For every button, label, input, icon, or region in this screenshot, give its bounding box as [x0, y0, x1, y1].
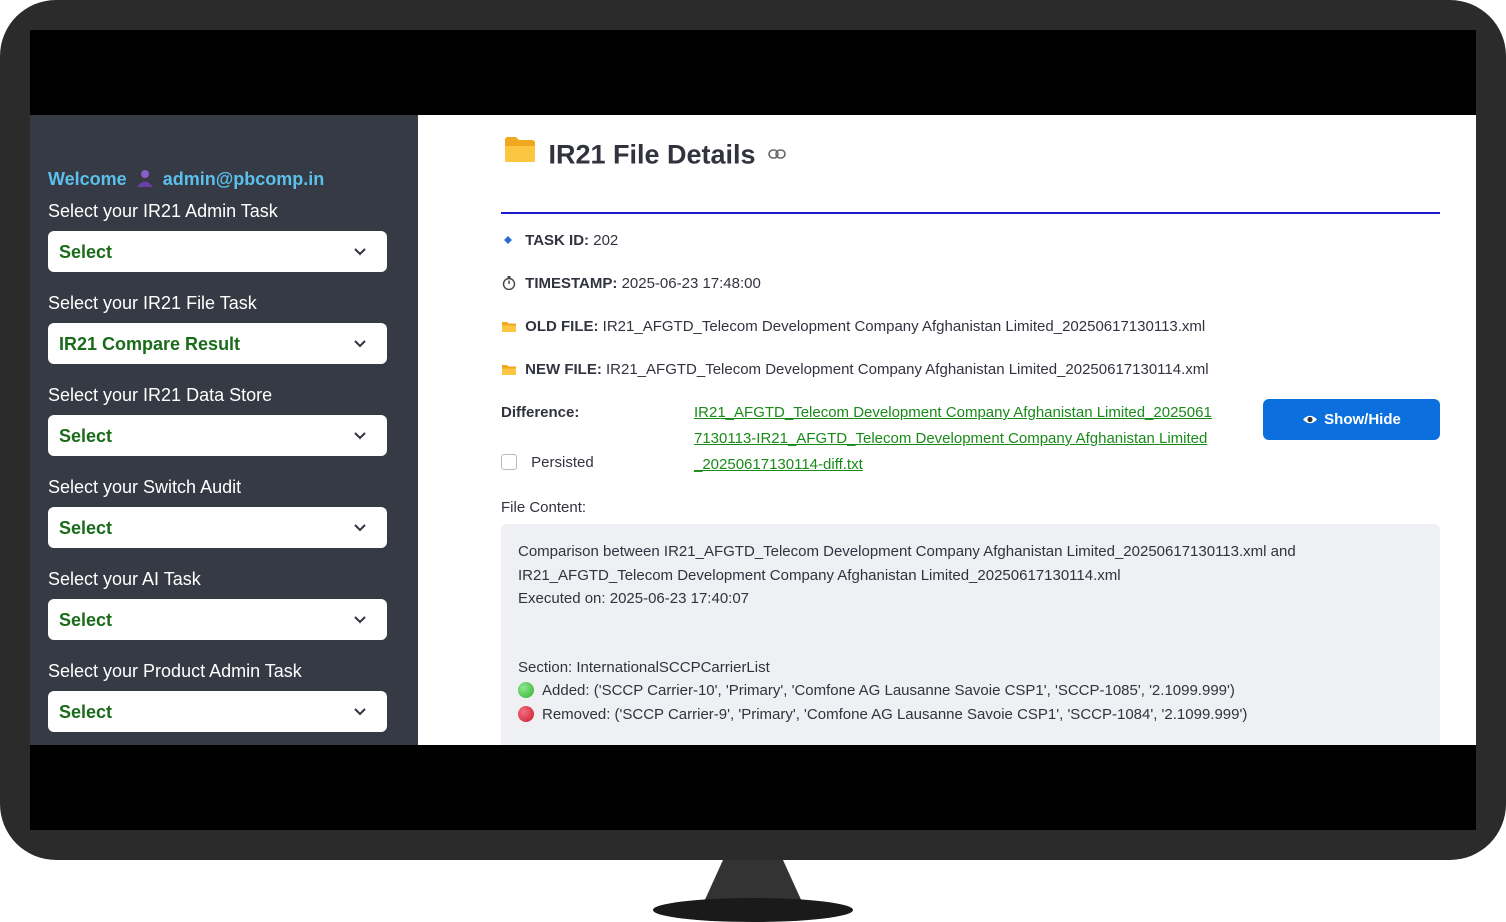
content-line: Executed on: 2025-06-23 17:40:07 — [518, 590, 750, 607]
page-header: IR21 File Details — [504, 135, 786, 171]
chevron-down-icon — [354, 708, 366, 716]
monitor-base — [653, 898, 853, 922]
content-removed-row: Removed: ('SCCP Carrier-9', 'Primary', '… — [518, 706, 1247, 723]
chevron-down-icon — [354, 432, 366, 440]
select-value: Select — [59, 702, 113, 722]
task-id-row: TASK ID: 202 — [501, 232, 618, 249]
content-section: Section: InternationalSCCPCarrierList — [518, 659, 770, 676]
data-store-label: Select your IR21 Data Store — [48, 385, 273, 405]
new-file-label: NEW FILE: — [525, 361, 602, 378]
persisted-checkbox-row[interactable]: Persisted — [501, 454, 594, 471]
link-icon[interactable] — [768, 149, 786, 159]
content-added-row: Added: ('SCCP Carrier-10', 'Primary', 'C… — [518, 682, 1235, 699]
admin-task-select[interactable]: Select — [48, 231, 387, 272]
timestamp-row: TIMESTAMP: 2025-06-23 17:48:00 — [501, 275, 761, 292]
chevron-down-icon — [354, 340, 366, 348]
select-value: Select — [59, 518, 113, 538]
old-file-label: OLD FILE: — [525, 318, 599, 335]
task-id-label: TASK ID: — [525, 232, 590, 249]
user-icon — [136, 170, 153, 187]
chevron-down-icon — [354, 524, 366, 532]
select-value: Select — [59, 610, 113, 630]
content-added: Added: ('SCCP Carrier-10', 'Primary', 'C… — [542, 682, 1235, 699]
switch-audit-select[interactable]: Select — [48, 507, 387, 548]
divider — [501, 212, 1440, 214]
data-store-select[interactable]: Select — [48, 415, 387, 456]
eye-icon — [1303, 415, 1318, 424]
show-hide-label: Show/Hide — [1324, 411, 1401, 428]
product-admin-label: Select your Product Admin Task — [48, 661, 302, 681]
timestamp-value: 2025-06-23 17:48:00 — [621, 275, 761, 292]
content-line: Comparison between IR21_AFGTD_Telecom De… — [518, 543, 1296, 560]
task-id-value: 202 — [593, 232, 619, 249]
switch-audit-label: Select your Switch Audit — [48, 477, 242, 497]
green-circle-icon — [518, 682, 534, 698]
show-hide-button[interactable]: Show/Hide — [1263, 399, 1440, 440]
app-screen: Welcome admin@pbcomp.in Select your IR21… — [30, 115, 1476, 745]
ai-task-label: Select your AI Task — [48, 569, 201, 589]
difference-label: Difference: — [501, 404, 580, 421]
chevron-down-icon — [354, 616, 366, 624]
folder-icon — [502, 365, 516, 375]
folder-icon — [505, 137, 535, 162]
timestamp-label: TIMESTAMP: — [525, 275, 618, 292]
welcome-message: Welcome admin@pbcomp.in — [48, 169, 324, 190]
old-file-row: OLD FILE: IR21_AFGTD_Telecom Development… — [501, 318, 1205, 335]
select-value: IR21 Compare Result — [59, 334, 241, 354]
stopwatch-icon — [502, 276, 516, 290]
ai-task-select[interactable]: Select — [48, 599, 387, 640]
file-content-box: Comparison between IR21_AFGTD_Telecom De… — [501, 524, 1440, 745]
old-file-value: IR21_AFGTD_Telecom Development Company A… — [602, 318, 1206, 335]
page-title: IR21 File Details — [548, 139, 756, 170]
select-value: Select — [59, 426, 113, 446]
new-file-value: IR21_AFGTD_Telecom Development Company A… — [606, 361, 1209, 378]
persisted-label: Persisted — [531, 454, 594, 471]
folder-icon — [502, 322, 516, 332]
red-circle-icon — [518, 706, 534, 722]
diamond-icon — [504, 236, 512, 244]
user-email: admin@pbcomp.in — [162, 169, 325, 189]
difference-download-link[interactable]: IR21_AFGTD_Telecom Development Company A… — [694, 400, 1214, 478]
admin-task-label: Select your IR21 Admin Task — [48, 201, 278, 221]
file-task-select[interactable]: IR21 Compare Result — [48, 323, 387, 364]
content-line: IR21_AFGTD_Telecom Development Company A… — [518, 567, 1121, 584]
content-removed: Removed: ('SCCP Carrier-9', 'Primary', '… — [542, 706, 1248, 723]
new-file-row: NEW FILE: IR21_AFGTD_Telecom Development… — [501, 361, 1209, 378]
persisted-checkbox[interactable] — [501, 454, 517, 470]
file-content-label: File Content: — [501, 499, 587, 516]
chevron-down-icon — [354, 248, 366, 256]
select-value: Select — [59, 242, 113, 262]
file-task-label: Select your IR21 File Task — [48, 293, 257, 313]
sidebar: Welcome admin@pbcomp.in Select your IR21… — [30, 115, 418, 745]
welcome-prefix: Welcome — [48, 169, 127, 189]
main-content: IR21 File Details TASK ID: 202 TIMESTAMP… — [418, 115, 1476, 745]
product-admin-select[interactable]: Select — [48, 691, 387, 732]
